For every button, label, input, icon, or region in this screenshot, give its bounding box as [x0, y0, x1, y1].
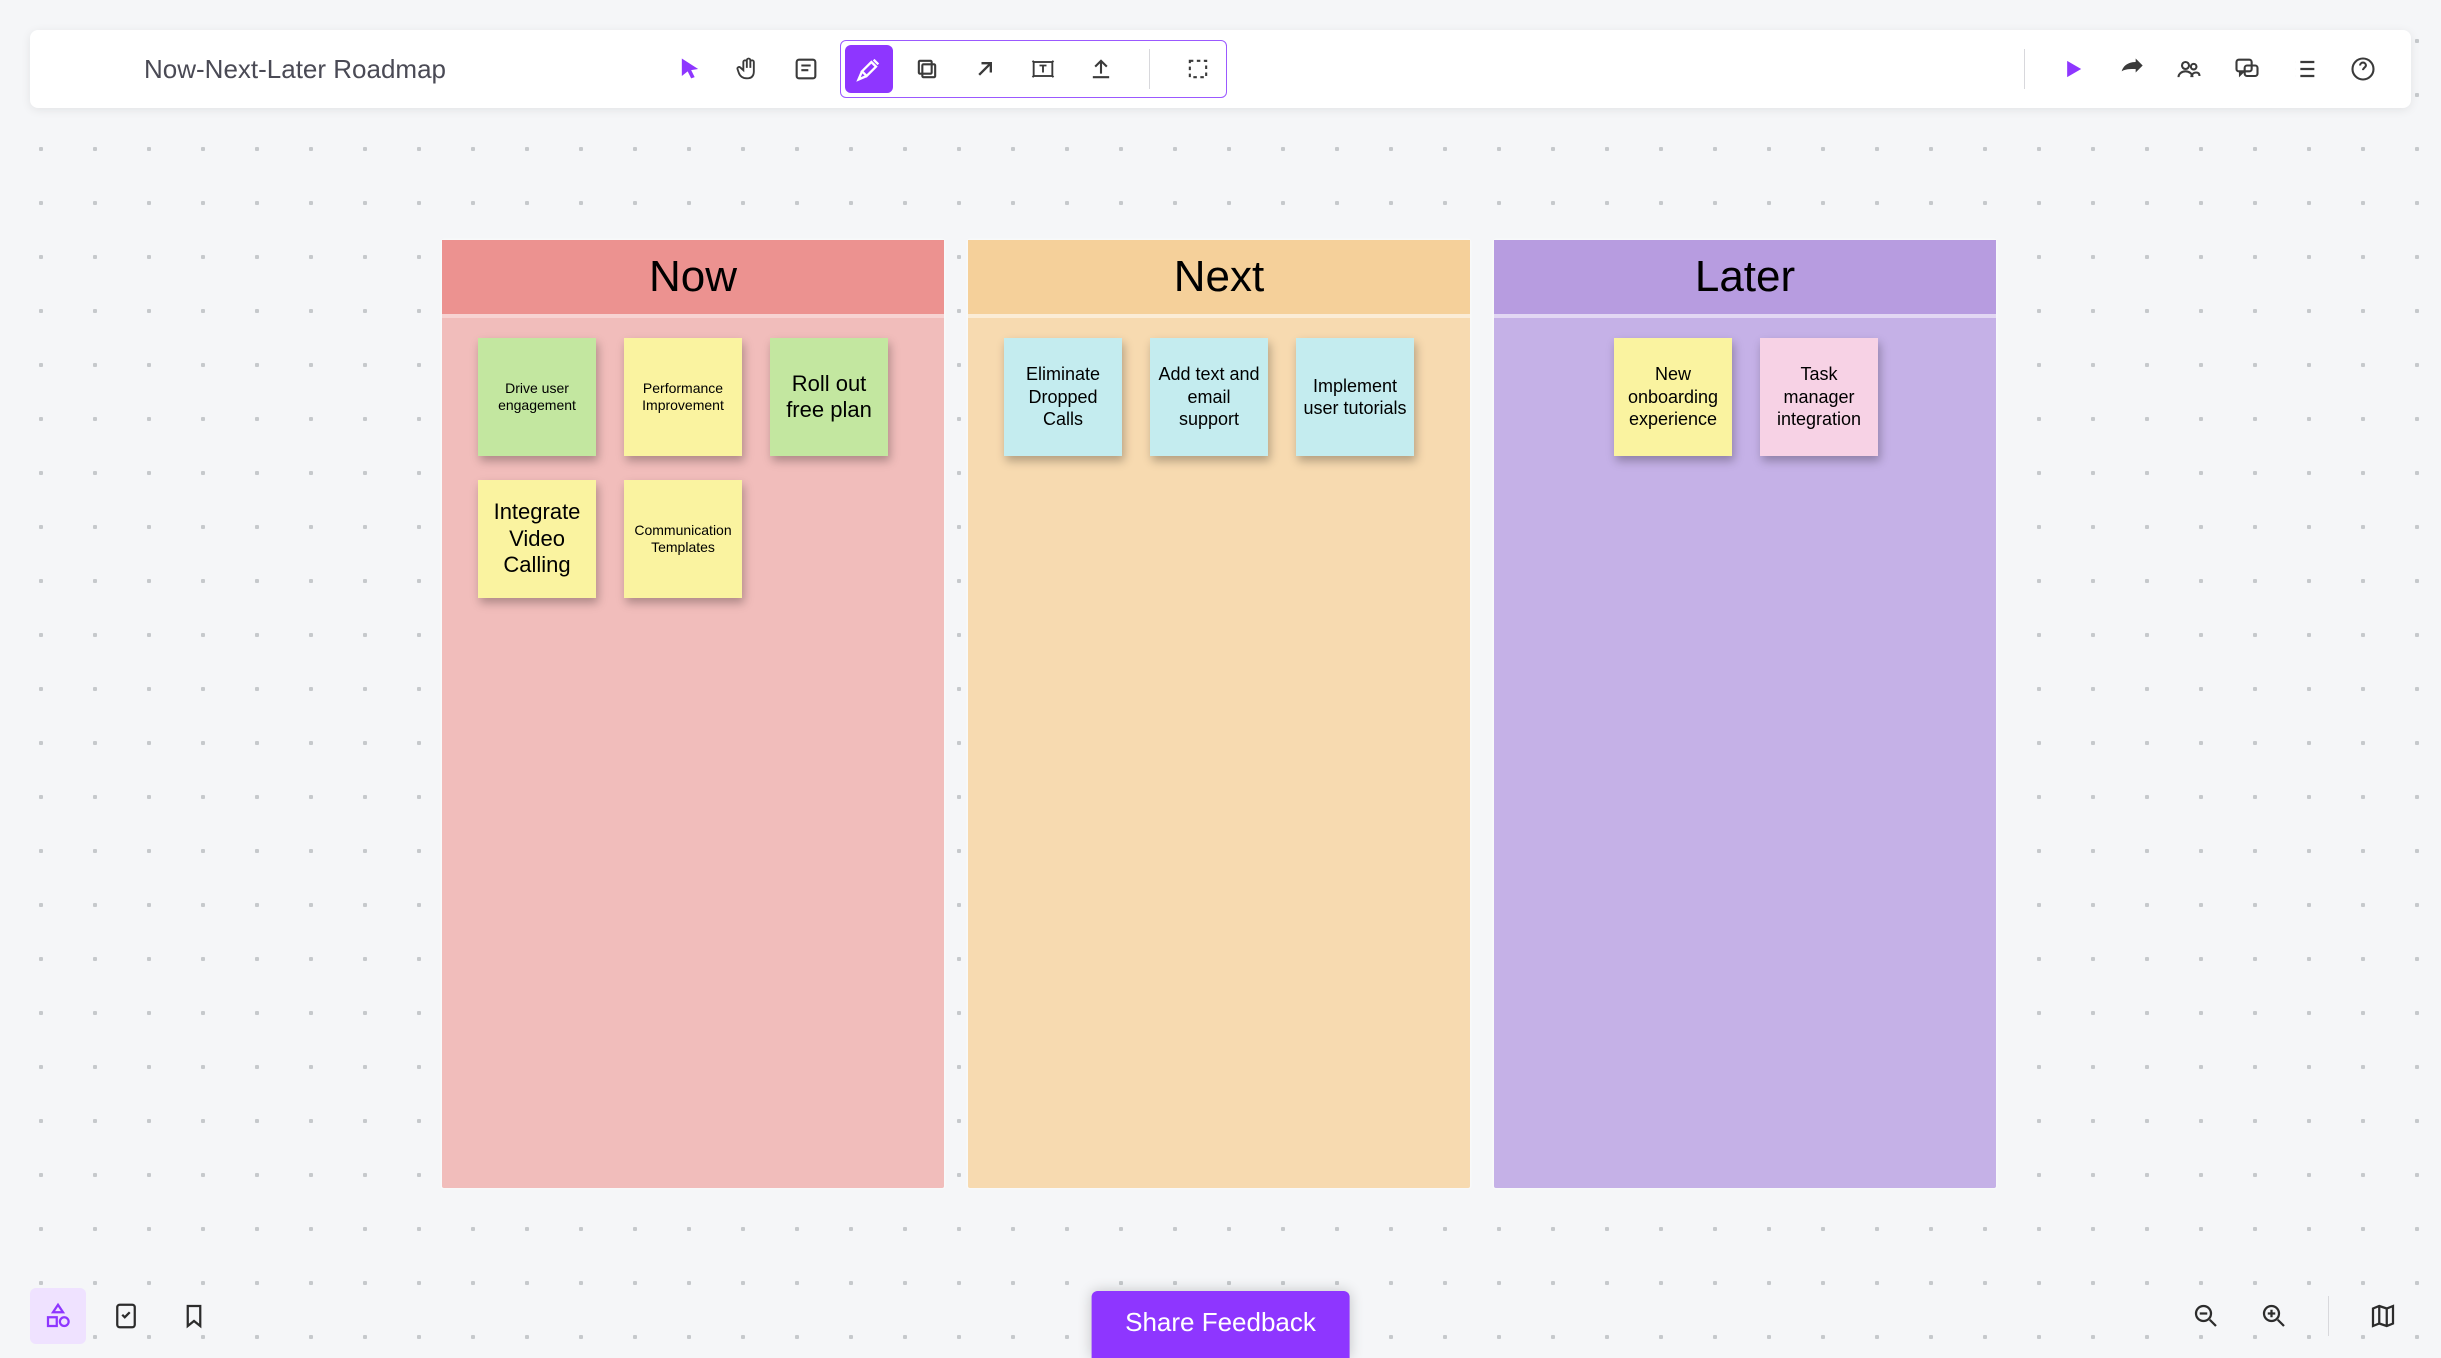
marquee-icon [1184, 55, 1212, 83]
present-button[interactable] [2049, 45, 2097, 93]
column-next[interactable]: Next Eliminate Dropped Calls Add text an… [968, 240, 1470, 1188]
select-tool[interactable] [666, 45, 714, 93]
sticky-card[interactable]: Roll out free plan [770, 338, 888, 456]
toolbar-divider [2024, 49, 2025, 89]
column-body[interactable]: Drive user engagement Performance Improv… [442, 318, 944, 1188]
note-icon [792, 55, 820, 83]
toolbar-active-group [840, 40, 1227, 98]
shapes-panel-button[interactable] [30, 1288, 86, 1344]
bookmark-icon [179, 1301, 209, 1331]
outline-button[interactable] [2281, 45, 2329, 93]
column-later[interactable]: Later New onboarding experience Task man… [1494, 240, 1996, 1188]
sticky-card[interactable]: Communication Templates [624, 480, 742, 598]
toolbar-center-group [666, 40, 1227, 98]
column-header: Now [442, 240, 944, 318]
duplicate-icon [913, 55, 941, 83]
column-body[interactable]: New onboarding experience Task manager i… [1494, 318, 1996, 1188]
sticky-card[interactable]: Integrate Video Calling [478, 480, 596, 598]
minimap-button[interactable] [2355, 1288, 2411, 1344]
document-title[interactable]: Now-Next-Later Roadmap [54, 54, 446, 85]
open-link-tool[interactable] [961, 45, 1009, 93]
pan-tool[interactable] [724, 45, 772, 93]
help-icon [2349, 55, 2377, 83]
marquee-tool[interactable] [1174, 45, 1222, 93]
share-arrow-icon [2117, 55, 2145, 83]
bookmark-button[interactable] [166, 1288, 222, 1344]
column-header: Next [968, 240, 1470, 318]
tools-icon [855, 55, 883, 83]
duplicate-tool[interactable] [903, 45, 951, 93]
sticky-card[interactable]: Drive user engagement [478, 338, 596, 456]
toolbar-divider [2328, 1296, 2329, 1336]
roadmap-board: Now Drive user engagement Performance Im… [442, 240, 1996, 1188]
share-feedback-button[interactable]: Share Feedback [1091, 1291, 1350, 1358]
tasks-button[interactable] [98, 1288, 154, 1344]
collaborators-button[interactable] [2165, 45, 2213, 93]
hand-icon [734, 55, 762, 83]
map-icon [2368, 1301, 2398, 1331]
top-toolbar: Now-Next-Later Roadmap [30, 30, 2411, 108]
upload-icon [1087, 55, 1115, 83]
arrow-out-icon [971, 55, 999, 83]
cursor-icon [676, 55, 704, 83]
list-icon [2291, 55, 2319, 83]
column-body[interactable]: Eliminate Dropped Calls Add text and ema… [968, 318, 1470, 1188]
build-tool[interactable] [845, 45, 893, 93]
comments-button[interactable] [2223, 45, 2271, 93]
zoom-in-button[interactable] [2246, 1288, 2302, 1344]
sticky-card[interactable]: New onboarding experience [1614, 338, 1732, 456]
play-icon [2059, 55, 2087, 83]
column-header: Later [1494, 240, 1996, 318]
share-button[interactable] [2107, 45, 2155, 93]
bottom-left-toolbar [30, 1288, 222, 1344]
chat-icon [2233, 55, 2261, 83]
toolbar-divider [1149, 49, 1150, 89]
bottom-right-toolbar [2178, 1288, 2411, 1344]
sticky-card[interactable]: Task manager integration [1760, 338, 1878, 456]
upload-tool[interactable] [1077, 45, 1125, 93]
toolbar-right-group [2010, 45, 2387, 93]
checklist-icon [111, 1301, 141, 1331]
column-now[interactable]: Now Drive user engagement Performance Im… [442, 240, 944, 1188]
text-box-icon [1029, 55, 1057, 83]
zoom-in-icon [2259, 1301, 2289, 1331]
sticky-card[interactable]: Implement user tutorials [1296, 338, 1414, 456]
help-button[interactable] [2339, 45, 2387, 93]
shapes-icon [43, 1301, 73, 1331]
sticky-card[interactable]: Performance Improvement [624, 338, 742, 456]
zoom-out-icon [2191, 1301, 2221, 1331]
note-tool[interactable] [782, 45, 830, 93]
zoom-out-button[interactable] [2178, 1288, 2234, 1344]
text-box-tool[interactable] [1019, 45, 1067, 93]
sticky-card[interactable]: Eliminate Dropped Calls [1004, 338, 1122, 456]
people-icon [2175, 55, 2203, 83]
sticky-card[interactable]: Add text and email support [1150, 338, 1268, 456]
